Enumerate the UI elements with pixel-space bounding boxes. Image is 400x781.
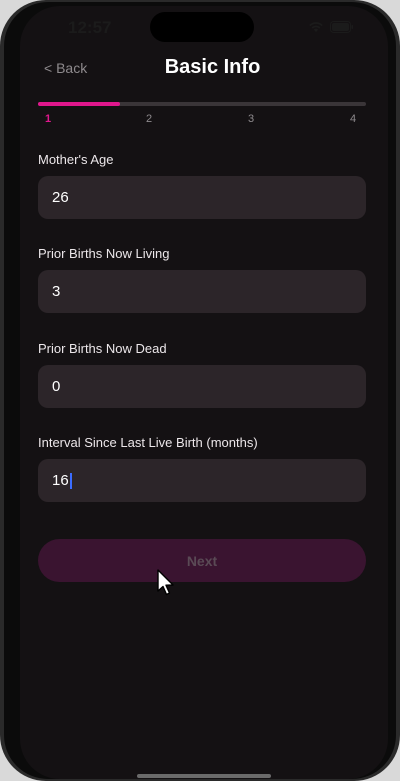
prior-births-dead-group: Prior Births Now Dead 0 bbox=[38, 341, 366, 408]
prior-births-living-value: 3 bbox=[52, 283, 61, 300]
step-1-label: 1 bbox=[45, 113, 52, 125]
home-indicator bbox=[137, 774, 271, 778]
progress-fill bbox=[38, 102, 120, 106]
birth-interval-label: Interval Since Last Live Birth (months) bbox=[38, 435, 258, 450]
status-time: 12:57 bbox=[68, 18, 112, 37]
mothers-age-group: Mother's Age 26 bbox=[38, 152, 366, 219]
prior-births-dead-input[interactable]: 0 bbox=[38, 365, 366, 408]
next-button[interactable]: Next bbox=[38, 539, 366, 582]
text-caret bbox=[69, 472, 72, 489]
app-screen: 12:57 < Back Basic Info 1 2 3 4 Mother's… bbox=[20, 6, 388, 779]
progress-track bbox=[38, 102, 366, 106]
prior-births-living-input[interactable]: 3 bbox=[38, 270, 366, 313]
birth-interval-group: Interval Since Last Live Birth (months) … bbox=[38, 435, 366, 502]
prior-births-dead-label: Prior Births Now Dead bbox=[38, 341, 167, 356]
dynamic-island bbox=[150, 12, 254, 42]
mouse-pointer-icon bbox=[156, 569, 176, 602]
status-icons bbox=[308, 20, 354, 38]
prior-births-living-label: Prior Births Now Living bbox=[38, 246, 170, 261]
wifi-icon bbox=[308, 20, 324, 38]
phone-bezel: 12:57 < Back Basic Info 1 2 3 4 Mother's… bbox=[4, 2, 396, 779]
step-2-label: 2 bbox=[146, 113, 153, 125]
mothers-age-input[interactable]: 26 bbox=[38, 176, 366, 219]
prior-births-living-group: Prior Births Now Living 3 bbox=[38, 246, 366, 313]
page-title: Basic Info bbox=[164, 56, 261, 78]
step-3-label: 3 bbox=[248, 113, 255, 125]
battery-icon bbox=[330, 20, 354, 38]
mothers-age-label: Mother's Age bbox=[38, 152, 114, 167]
nav-bar: < Back Basic Info bbox=[20, 52, 388, 88]
step-4-label: 4 bbox=[350, 113, 357, 125]
prior-births-dead-value: 0 bbox=[52, 378, 61, 395]
mothers-age-value: 26 bbox=[52, 189, 69, 206]
status-bar: 12:57 bbox=[20, 6, 388, 50]
phone-frame: 12:57 < Back Basic Info 1 2 3 4 Mother's… bbox=[0, 0, 400, 781]
birth-interval-value: 16 bbox=[52, 472, 69, 489]
birth-interval-input[interactable]: 16 bbox=[38, 459, 366, 502]
